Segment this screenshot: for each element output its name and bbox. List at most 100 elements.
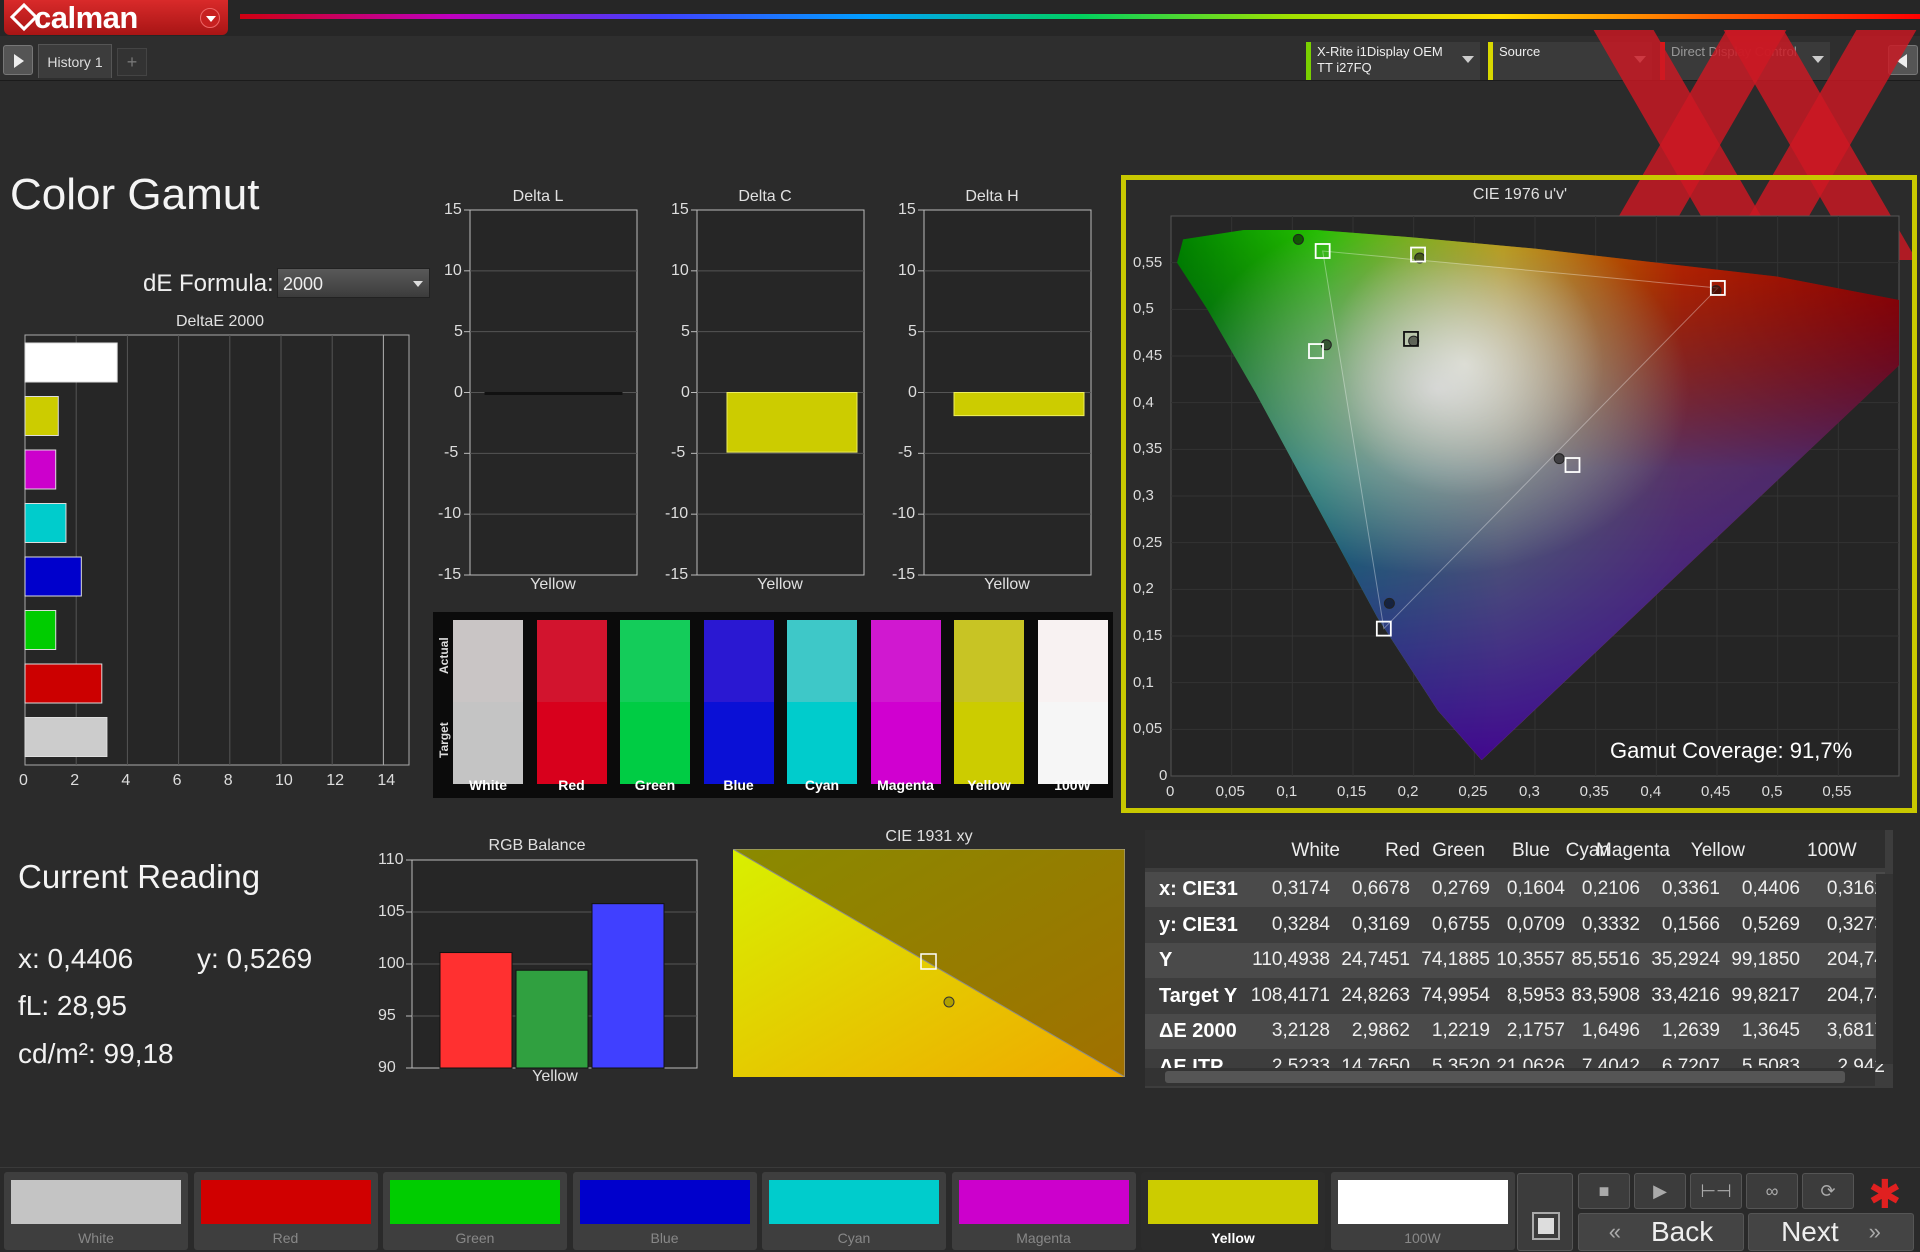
cie-ytick: 0,5 xyxy=(1133,300,1154,318)
cie-xtick: 0,5 xyxy=(1761,783,1783,800)
de-formula-select[interactable]: 2000 xyxy=(277,268,430,298)
table-horizontal-scrollbar[interactable] xyxy=(1145,1068,1875,1086)
reading-fl: fL: 28,95 xyxy=(18,990,127,1021)
page-title: Color Gamut xyxy=(10,170,260,219)
table-cell: 99,8217 xyxy=(1731,984,1800,1006)
patch-tile-green[interactable]: Green xyxy=(383,1172,567,1250)
play-measure-icon[interactable]: ▶ xyxy=(1634,1173,1686,1209)
cie-xtick: 0,05 xyxy=(1215,783,1245,800)
table-cell: 0,5269 xyxy=(1741,913,1800,935)
source-device-select[interactable]: Source xyxy=(1488,42,1652,80)
table-vertical-scrollbar[interactable] xyxy=(1876,874,1893,1064)
tab-history-1[interactable]: History 1 xyxy=(38,44,112,78)
patch-label: Magenta xyxy=(1016,1230,1071,1246)
meter-device-select[interactable]: X-Rite i1Display OEM TT i27FQ xyxy=(1306,42,1480,80)
actual-row-label: Actual xyxy=(437,637,451,674)
delta-charts xyxy=(464,209,1092,576)
deltae-bar-green xyxy=(24,610,57,650)
deltae-tick: 0 xyxy=(19,772,28,789)
patch-tile-white[interactable]: White xyxy=(4,1172,188,1250)
swatch-label: Yellow xyxy=(967,777,1011,793)
swatch-target-green xyxy=(620,702,690,784)
rainbow-bar xyxy=(240,14,1920,19)
delta-tick: 15 xyxy=(671,201,689,218)
deltae-bar-yellow xyxy=(24,396,59,436)
delta-tick: 15 xyxy=(444,201,462,218)
collapse-panel-icon[interactable] xyxy=(1888,45,1918,75)
swatch-target-100w xyxy=(1037,702,1108,784)
patch-tile-100w[interactable]: 100W xyxy=(1330,1172,1515,1250)
swatch-actual-100w xyxy=(1037,620,1108,702)
add-tab-button[interactable]: + xyxy=(117,48,147,76)
target-row-label: Target xyxy=(437,722,451,758)
patch-tile-magenta[interactable]: Magenta xyxy=(951,1172,1136,1250)
delta-bar-l xyxy=(484,392,623,395)
asterisk-icon[interactable]: ✱ xyxy=(1868,1172,1902,1218)
table-cell: 1,3645 xyxy=(1741,1020,1800,1041)
play-icon[interactable] xyxy=(3,45,33,75)
patch-label: Yellow xyxy=(1211,1230,1255,1246)
delta-tick: -5 xyxy=(671,444,686,462)
patch-label: Green xyxy=(455,1230,495,1246)
patch-tile-blue[interactable]: Blue xyxy=(572,1172,757,1250)
swatch-label: 100W xyxy=(1054,777,1091,793)
measurement-table[interactable]: White Red Green Blue Cyan Magenta Yellow 100W x:… xyxy=(1145,830,1893,1088)
reading-cdm2: cd/m²: 99,18 xyxy=(18,1038,174,1069)
app-name: calman xyxy=(34,0,138,35)
table-cell: 204,74 xyxy=(1826,949,1885,970)
deltae-bar-cyan xyxy=(24,503,67,543)
deltae-tick: 14 xyxy=(377,772,396,789)
swatch-actual-green xyxy=(620,620,690,702)
chevron-down-icon[interactable] xyxy=(200,8,220,28)
swatch-target-red xyxy=(536,702,607,784)
current-reading-title: Current Reading xyxy=(18,858,261,895)
swatch-actual-red xyxy=(536,620,607,702)
scroll-thumb[interactable] xyxy=(1165,1071,1845,1083)
deltae-tick: 10 xyxy=(275,772,293,789)
display-control-select[interactable]: Direct Display Control xyxy=(1660,42,1830,80)
double-chevron-right-icon: » xyxy=(1868,1219,1881,1244)
patch-tile-red[interactable]: Red xyxy=(193,1172,378,1250)
table-cell: 0,3273 xyxy=(1826,913,1885,935)
patch-tile-cyan[interactable]: Cyan xyxy=(762,1172,946,1250)
cie-xtick: 0 xyxy=(1166,783,1175,800)
table-cell: 204,74 xyxy=(1826,984,1885,1006)
next-label: Next xyxy=(1781,1216,1839,1247)
swatch-label: Magenta xyxy=(877,777,934,793)
cie-ytick: 0,2 xyxy=(1133,580,1154,598)
delta-tick: 10 xyxy=(444,261,462,279)
patch-swatch xyxy=(1337,1180,1508,1224)
delta-tick: -15 xyxy=(665,566,689,583)
swatch-target-blue xyxy=(703,702,774,784)
rgb-balance-xlabel: Yellow xyxy=(532,1068,578,1085)
patch-label: White xyxy=(78,1230,114,1246)
rgb-tick: 110 xyxy=(378,851,404,868)
rgb-bar-r xyxy=(439,952,513,1069)
delta-bar-c xyxy=(726,392,858,453)
de-formula-value: 2000 xyxy=(283,274,324,294)
table-cell: 0,3162 xyxy=(1826,878,1885,899)
stop-icon[interactable]: ■ xyxy=(1578,1173,1630,1209)
patch-swatch xyxy=(769,1180,939,1224)
cie-xtick: 0,35 xyxy=(1579,783,1609,800)
stop-measure-button[interactable] xyxy=(1517,1173,1573,1251)
meter-device-label: X-Rite i1Display OEM TT i27FQ xyxy=(1317,44,1443,75)
display-control-label: Direct Display Control xyxy=(1671,44,1797,59)
swatch-actual-magenta xyxy=(870,620,941,702)
delta-tick: -5 xyxy=(898,444,913,462)
cie-ytick: 0,45 xyxy=(1133,347,1163,364)
cie-xtick: 0,15 xyxy=(1337,783,1367,800)
refresh-icon[interactable]: ⟳ xyxy=(1802,1173,1854,1209)
delta-tick: 5 xyxy=(454,322,463,340)
calman-menu-button[interactable]: calman xyxy=(4,0,228,35)
continuous-icon[interactable]: ∞ xyxy=(1746,1173,1798,1209)
delta-c-xlabel: Yellow xyxy=(757,576,803,593)
delta-l-xlabel: Yellow xyxy=(530,576,576,593)
cie-ytick: 0,3 xyxy=(1133,487,1154,504)
back-button[interactable]: « Back xyxy=(1578,1213,1744,1251)
measure-pair-icon[interactable]: ⊢⊣ xyxy=(1690,1173,1742,1209)
patch-label: Blue xyxy=(650,1230,679,1246)
rgb-bar-g xyxy=(515,969,589,1069)
next-button[interactable]: Next » xyxy=(1748,1213,1914,1251)
patch-tile-yellow[interactable]: Yellow xyxy=(1141,1172,1325,1250)
